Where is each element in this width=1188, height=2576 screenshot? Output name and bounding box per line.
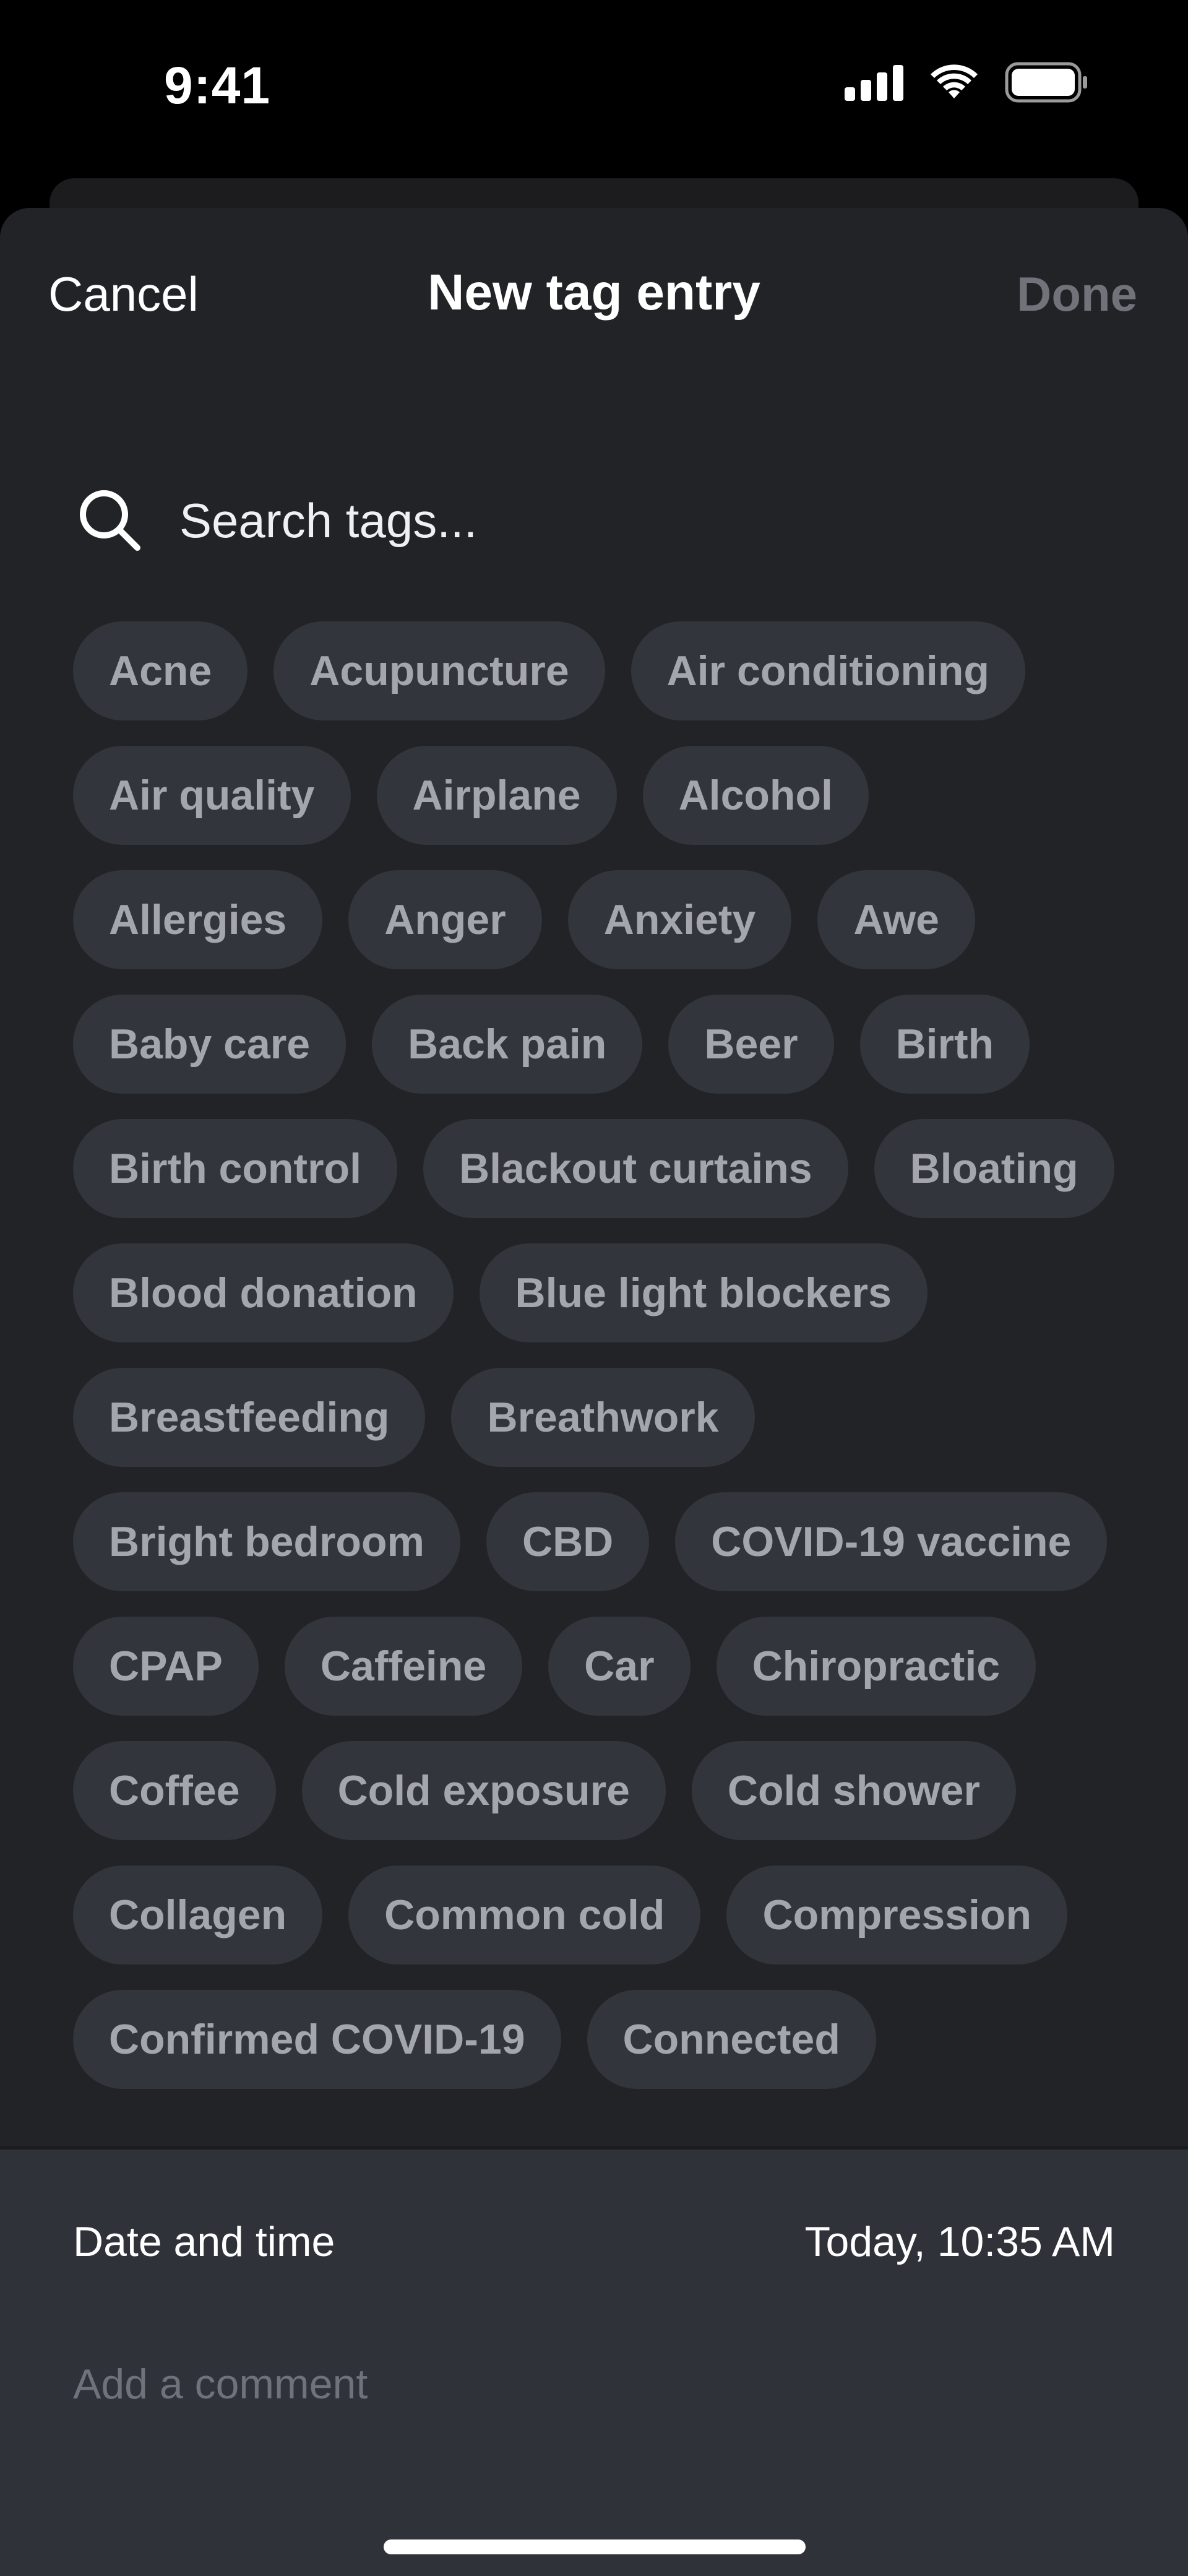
tag-chip[interactable]: Back pain [372, 995, 643, 1094]
tag-chip[interactable]: CBD [486, 1492, 650, 1591]
tag-chip[interactable]: Blood donation [73, 1243, 454, 1342]
tag-chip[interactable]: Alcohol [642, 746, 869, 845]
tag-chip[interactable]: Cold exposure [301, 1741, 666, 1840]
status-bar: 9:41 [0, 0, 1188, 179]
tag-chip[interactable]: Breathwork [451, 1368, 755, 1467]
tag-row: Coffee Cold exposure Cold shower [73, 1741, 1137, 1840]
tag-chip[interactable]: Compression [726, 1865, 1067, 1964]
tag-chip[interactable]: Awe [817, 870, 975, 969]
tag-row: Blood donation Blue light blockers [73, 1243, 1137, 1342]
tag-chip[interactable]: Acne [73, 621, 248, 720]
search-bar[interactable] [73, 480, 1113, 561]
tag-chip[interactable]: Baby care [73, 995, 346, 1094]
tag-row: Birth control Blackout curtains Bloating [73, 1119, 1137, 1218]
tag-chip[interactable]: Air quality [73, 746, 351, 845]
status-icons [845, 62, 1089, 103]
tag-chip[interactable]: Chiropractic [716, 1617, 1036, 1716]
tag-chip[interactable]: Bright bedroom [73, 1492, 460, 1591]
tag-chip[interactable]: Connected [587, 1990, 876, 2089]
tag-chip[interactable]: COVID-19 vaccine [675, 1492, 1108, 1591]
entry-details-panel: Date and time Today, 10:35 AM [0, 2146, 1188, 2576]
nav-bar: Cancel New tag entry Done [0, 208, 1188, 381]
tag-chip[interactable]: Car [548, 1617, 691, 1716]
tag-chip[interactable]: Common cold [348, 1865, 701, 1964]
screen: 9:41 Cancel New tag entry Done Search ta… [0, 0, 1188, 2576]
tag-chip[interactable]: Acupuncture [273, 621, 605, 720]
tag-row: Air quality Airplane Alcohol [73, 746, 1137, 845]
done-button[interactable]: Done [1017, 266, 1137, 322]
search-icon [73, 483, 147, 558]
tag-chip[interactable]: Coffee [73, 1741, 276, 1840]
tag-row: Allergies Anger Anxiety Awe [73, 870, 1137, 969]
date-time-value[interactable]: Today, 10:35 AM [805, 2218, 1116, 2266]
wifi-icon [931, 64, 978, 98]
tag-chip[interactable]: Blue light blockers [479, 1243, 928, 1342]
comment-input[interactable] [73, 2360, 1113, 2408]
tag-chip[interactable]: Bloating [874, 1119, 1114, 1218]
tag-chip[interactable]: Allergies [73, 870, 323, 969]
tag-row: Confirmed COVID-19 Connected [73, 1990, 1137, 2089]
status-time: 9:41 [164, 56, 271, 115]
tag-chip[interactable]: Birth control [73, 1119, 397, 1218]
tag-chip[interactable]: Caffeine [284, 1617, 523, 1716]
tag-chip[interactable]: Airplane [376, 746, 617, 845]
tag-chip[interactable]: Blackout curtains [423, 1119, 848, 1218]
tag-chip[interactable]: Beer [668, 995, 834, 1094]
tag-list: Acne Acupuncture Air conditioning Air quali… [73, 621, 1137, 2114]
date-time-label: Date and time [73, 2218, 335, 2265]
home-indicator [384, 2539, 806, 2554]
search-input[interactable] [179, 492, 1046, 549]
tag-row: Breastfeeding Breathwork [73, 1368, 1137, 1467]
tag-row: Bright bedroom CBD COVID-19 vaccine [73, 1492, 1137, 1591]
tag-chip[interactable]: Anger [348, 870, 542, 969]
tag-chip[interactable]: Air conditioning [631, 621, 1025, 720]
tag-chip[interactable]: Breastfeeding [73, 1368, 426, 1467]
cellular-signal-icon [845, 64, 903, 101]
tag-row: Baby care Back pain Beer Birth [73, 995, 1137, 1094]
battery-icon [1005, 62, 1087, 103]
tag-chip[interactable]: Confirmed COVID-19 [73, 1990, 561, 2089]
tag-chip[interactable]: Collagen [73, 1865, 323, 1964]
tag-chip[interactable]: Birth [859, 995, 1030, 1094]
tag-row: Acne Acupuncture Air conditioning [73, 621, 1137, 720]
tag-chip[interactable]: Anxiety [567, 870, 792, 969]
tag-chip[interactable]: CPAP [73, 1617, 259, 1716]
tag-row: CPAP Caffeine Car Chiropractic [73, 1617, 1137, 1716]
tag-row: Collagen Common cold Compression [73, 1865, 1137, 1964]
cancel-button[interactable]: Cancel [48, 266, 199, 322]
tag-chip[interactable]: Cold shower [691, 1741, 1016, 1840]
